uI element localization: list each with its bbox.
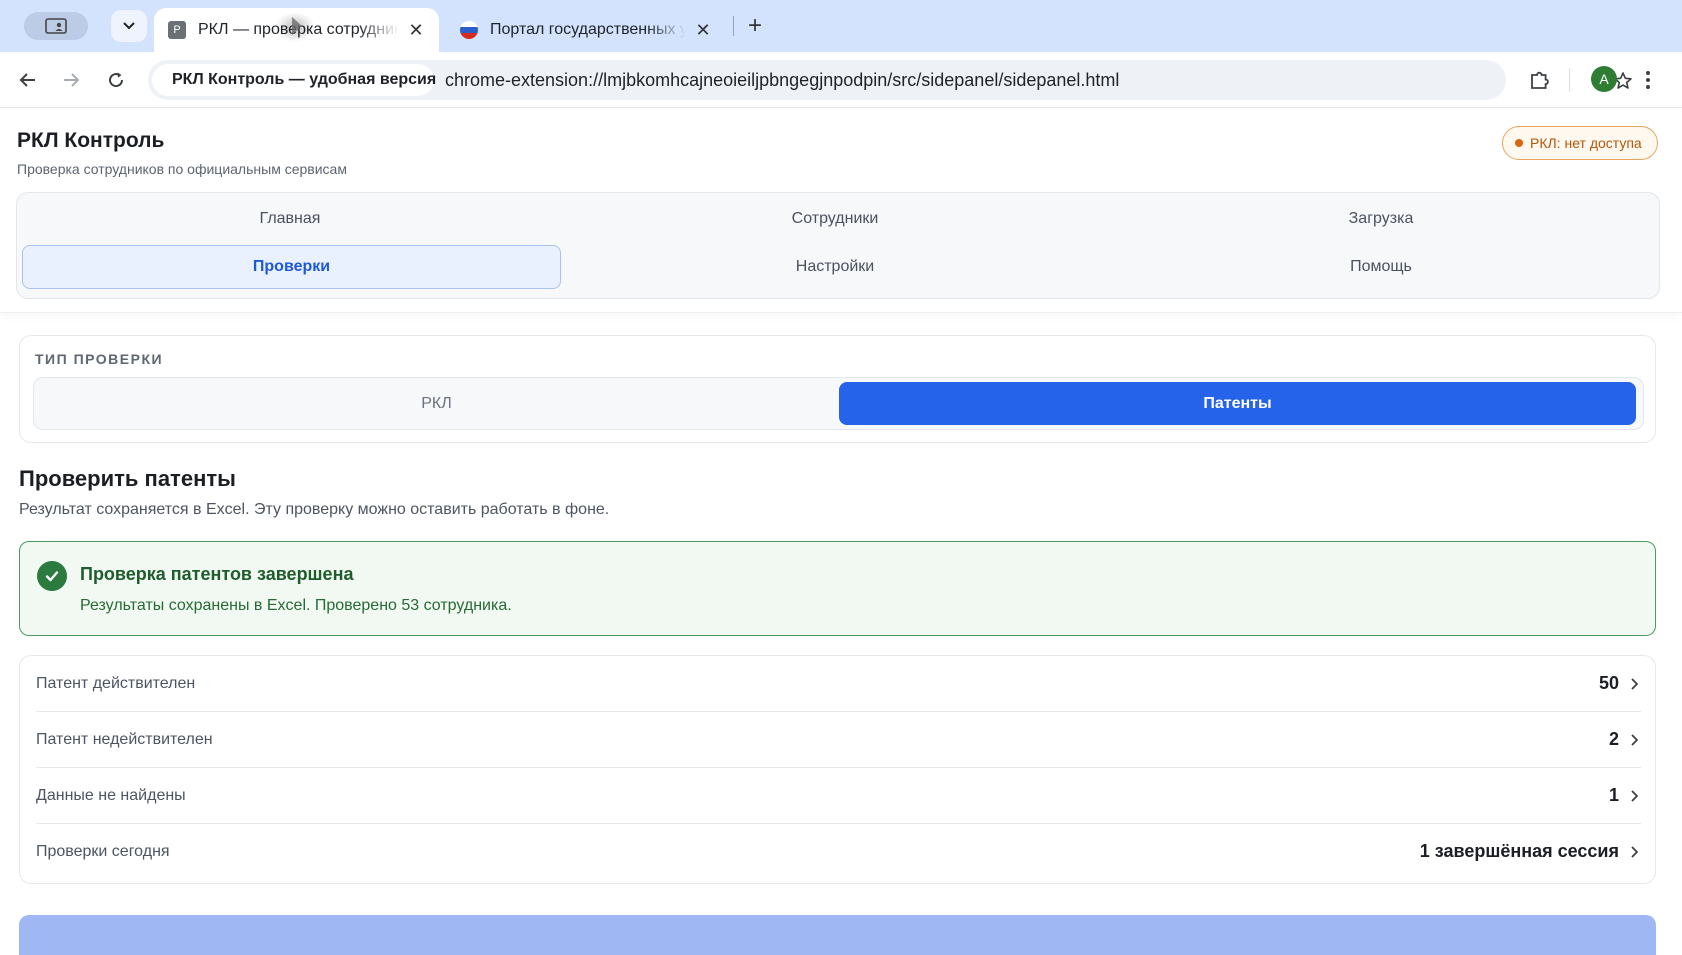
nav-tab-home[interactable]: Главная (21, 197, 559, 241)
extensions-button[interactable] (1525, 66, 1553, 94)
tab-title: Портал государственных услуг (490, 21, 686, 38)
chevron-down-icon (123, 22, 135, 30)
check-type-rkl-option[interactable]: РКЛ (38, 382, 835, 425)
status-text: РКЛ: нет доступа (1530, 135, 1642, 151)
stat-value: 2 (1608, 729, 1619, 749)
arrow-right-icon (64, 73, 80, 87)
stat-value: 50 (1598, 673, 1619, 693)
alert-title: Проверка патентов завершена (80, 564, 354, 584)
primary-action-button[interactable] (19, 915, 1656, 955)
back-button[interactable] (14, 66, 42, 94)
address-bar[interactable]: РКЛ Контроль — удобная версия chrome-ext… (148, 60, 1632, 100)
profile-window-icon (45, 18, 67, 34)
nav-tab-settings[interactable]: Настройки (566, 245, 1104, 289)
nav-tab-upload[interactable]: Загрузка (1112, 197, 1650, 241)
section-subtitle: Результат сохраняется в Excel. Эту прове… (19, 501, 610, 518)
more-vertical-icon (1646, 71, 1650, 89)
check-type-patents-option[interactable]: Патенты (839, 382, 1636, 425)
stat-row-invalid[interactable]: Патент недействителен 2 (36, 712, 1641, 767)
alert-body: Результаты сохранены в Excel. Проверено … (80, 597, 512, 614)
tab-separator (733, 16, 734, 36)
stat-row-today[interactable]: Проверки сегодня 1 завершённая сессия (36, 824, 1641, 879)
profile-avatar[interactable]: A (1591, 66, 1617, 92)
browser-tab-gosuslugi[interactable]: Портал государственных услуг ✕ (446, 8, 726, 52)
success-alert: Проверка патентов завершена Результаты с… (19, 541, 1656, 636)
app-subtitle: Проверка сотрудников по официальным серв… (17, 161, 347, 177)
chevron-right-icon (1627, 789, 1641, 803)
browser-tab-strip: Р РКЛ — проверка сотрудников ✕ Портал го… (0, 0, 1682, 52)
stat-label: Патент недействителен (36, 730, 213, 748)
stat-label: Патент действителен (36, 674, 196, 692)
forward-button[interactable] (57, 66, 85, 94)
check-type-selector: РКЛ Патенты (33, 377, 1644, 430)
flag-icon (460, 21, 478, 39)
stat-row-valid[interactable]: Патент действителен 50 (36, 656, 1641, 711)
tab-favicon: Р (168, 21, 186, 39)
check-circle-icon (37, 561, 67, 591)
browser-toolbar: РКЛ Контроль — удобная версия chrome-ext… (0, 52, 1682, 108)
access-status-badge: РКЛ: нет доступа (1502, 126, 1658, 160)
reload-button[interactable] (102, 66, 130, 94)
nav-tab-employees[interactable]: Сотрудники (566, 197, 1104, 241)
chevron-right-icon (1627, 733, 1641, 747)
main-navigation: Главная Сотрудники Загрузка Проверки Нас… (16, 192, 1660, 299)
close-icon[interactable]: ✕ (407, 20, 425, 40)
arrow-left-icon (19, 73, 35, 87)
stat-label: Данные не найдены (36, 786, 186, 804)
check-type-label: ТИП ПРОВЕРКИ (35, 351, 164, 367)
menu-button[interactable] (1634, 66, 1662, 94)
new-tab-button[interactable]: + (742, 12, 768, 40)
nav-tab-help[interactable]: Помощь (1112, 245, 1650, 289)
toolbar-separator (1569, 68, 1570, 92)
site-info-chip[interactable]: РКЛ Контроль — удобная версия (152, 64, 437, 96)
nav-tab-checks[interactable]: Проверки (22, 245, 561, 289)
reload-icon (109, 72, 124, 88)
puzzle-icon (1531, 71, 1549, 89)
tab-search-button[interactable] (111, 10, 147, 42)
mouse-cursor-icon (292, 17, 302, 35)
app-title: РКЛ Контроль (17, 129, 165, 152)
site-chip-label: РКЛ Контроль — удобная версия (172, 71, 437, 88)
stat-row-not-found[interactable]: Данные не найдены 1 (36, 768, 1641, 823)
status-dot-icon (1515, 139, 1523, 147)
chevron-right-icon (1627, 845, 1641, 859)
close-icon[interactable]: ✕ (694, 20, 712, 40)
app-header: РКЛ Контроль Проверка сотрудников по офи… (0, 109, 1682, 313)
url-text[interactable]: chrome-extension://lmjbkomhcajneoieiljpb… (445, 70, 1119, 91)
check-type-card: ТИП ПРОВЕРКИ РКЛ Патенты (19, 335, 1656, 443)
stat-value: 1 завершённая сессия (1419, 841, 1619, 861)
section-title: Проверить патенты (19, 466, 236, 491)
results-summary-list: Патент действителен 50 Патент недействит… (19, 655, 1656, 884)
chevron-right-icon (1627, 677, 1641, 691)
tab-groups-button[interactable] (24, 12, 88, 40)
stat-value: 1 (1608, 785, 1619, 805)
stat-label: Проверки сегодня (36, 842, 170, 860)
